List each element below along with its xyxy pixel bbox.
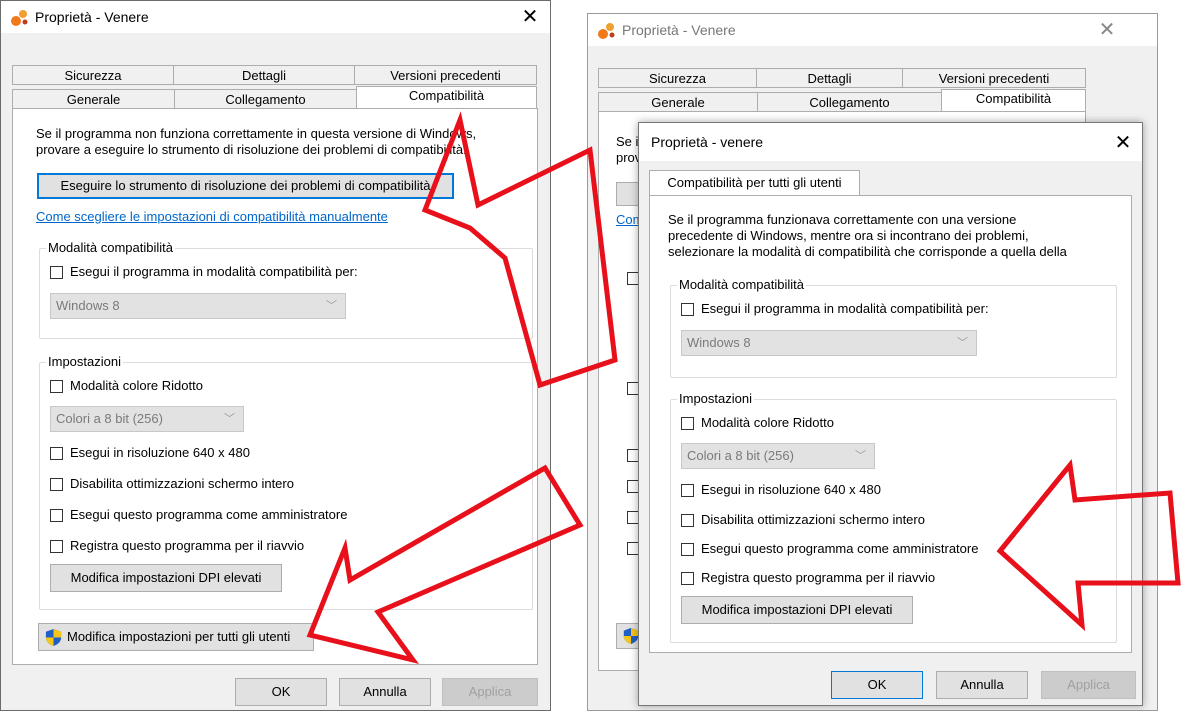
- dialog-compat-checkbox-label: Esegui il programma in modalità compatib…: [701, 301, 989, 316]
- dialog-register-restart-label: Registra questo programma per il riavvio: [701, 570, 936, 585]
- left-compat-checkbox[interactable]: [50, 266, 63, 279]
- left-register-restart-checkbox[interactable]: [50, 540, 63, 553]
- left-reduced-color-checkbox[interactable]: [50, 380, 63, 393]
- dialog-intro-line-2: precedente di Windows, mentre ora si inc…: [668, 228, 1029, 243]
- dialog-dpi-button[interactable]: Modifica impostazioni DPI elevati: [681, 596, 913, 624]
- left-run-admin-checkbox[interactable]: [50, 509, 63, 522]
- left-titlebar[interactable]: Proprietà - Venere ✕: [1, 1, 550, 33]
- left-disable-fullscreen-label: Disabilita ottimizzazioni schermo intero: [70, 476, 294, 491]
- dialog-compat-select[interactable]: Windows 8 ﹀: [681, 330, 977, 356]
- left-cancel-button[interactable]: Annulla: [339, 678, 431, 706]
- tab-collegamento[interactable]: Collegamento: [174, 89, 357, 109]
- left-tab-panel: Se il programma non funziona correttamen…: [12, 108, 538, 665]
- dialog-disable-fullscreen-label: Disabilita ottimizzazioni schermo intero: [701, 512, 925, 527]
- left-res640-checkbox[interactable]: [50, 447, 63, 460]
- chevron-down-icon: ﹀: [224, 413, 235, 425]
- dialog-compat-checkbox[interactable]: [681, 303, 694, 316]
- dialog-res640-label: Esegui in risoluzione 640 x 480: [701, 482, 881, 497]
- left-compat-group-title: Modalità compatibilità: [46, 240, 176, 255]
- dialog-register-restart-checkbox[interactable]: [681, 572, 694, 585]
- left-color-select[interactable]: Colori a 8 bit (256) ﹀: [50, 406, 244, 432]
- chevron-down-icon: ﹀: [326, 300, 337, 312]
- tab-generale[interactable]: Generale: [12, 89, 175, 109]
- tab-sicurezza[interactable]: Sicurezza: [12, 65, 174, 85]
- dialog-apply-button[interactable]: Applica: [1041, 671, 1136, 699]
- uac-shield-icon: [45, 628, 62, 647]
- dialog-cancel-button[interactable]: Annulla: [936, 671, 1028, 699]
- app-icon: [11, 10, 28, 26]
- left-compat-group: Modalità compatibilità Esegui il program…: [39, 240, 533, 339]
- all-users-button-label: Modifica impostazioni per tutti gli uten…: [67, 629, 291, 644]
- left-color-select-value: Colori a 8 bit (256): [56, 411, 163, 426]
- dialog-run-admin-label: Esegui questo programma come amministrat…: [701, 541, 979, 556]
- all-users-compat-dialog: Proprietà - venere ✕ Compatibilità per t…: [638, 122, 1143, 706]
- left-settings-group: Impostazioni Modalità colore Ridotto Col…: [39, 354, 533, 610]
- dialog-reduced-color-label: Modalità colore Ridotto: [701, 415, 834, 430]
- all-users-button[interactable]: Modifica impostazioni per tutti gli uten…: [38, 623, 314, 651]
- app-icon: [598, 23, 615, 39]
- dialog-disable-fullscreen-checkbox[interactable]: [681, 514, 694, 527]
- tab-versioni-precedenti[interactable]: Versioni precedenti: [354, 65, 537, 85]
- left-settings-group-title: Impostazioni: [46, 354, 123, 369]
- left-compat-checkbox-label: Esegui il programma in modalità compatib…: [70, 264, 358, 279]
- dialog-reduced-color-checkbox[interactable]: [681, 417, 694, 430]
- left-res640-label: Esegui in risoluzione 640 x 480: [70, 445, 250, 460]
- left-register-restart-label: Registra questo programma per il riavvio: [70, 538, 305, 553]
- chevron-down-icon: ﹀: [855, 450, 866, 462]
- tab-dettagli[interactable]: Dettagli: [756, 68, 903, 88]
- dialog-intro-line-3: selezionare la modalità di compatibilità…: [668, 244, 1067, 259]
- dialog-settings-group-title: Impostazioni: [677, 391, 754, 406]
- dialog-compat-group: Modalità compatibilità Esegui il program…: [670, 277, 1117, 378]
- dialog-compat-select-value: Windows 8: [687, 335, 751, 350]
- dialog-run-admin-checkbox[interactable]: [681, 543, 694, 556]
- dialog-title: Proprietà - venere: [651, 134, 764, 150]
- right-back-intro-peek: Se i: [616, 134, 639, 149]
- chevron-down-icon: ﹀: [957, 337, 968, 349]
- dialog-res640-checkbox[interactable]: [681, 484, 694, 497]
- tab-versioni-precedenti[interactable]: Versioni precedenti: [902, 68, 1086, 88]
- dialog-compat-group-title: Modalità compatibilità: [677, 277, 807, 292]
- tab-sicurezza[interactable]: Sicurezza: [598, 68, 757, 88]
- left-intro-text: Se il programma non funziona correttamen…: [36, 126, 477, 157]
- dialog-ok-button[interactable]: OK: [831, 671, 923, 699]
- left-apply-button[interactable]: Applica: [442, 678, 538, 706]
- close-icon[interactable]: ✕: [1090, 18, 1124, 42]
- left-reduced-color-label: Modalità colore Ridotto: [70, 378, 203, 393]
- dialog-settings-group: Impostazioni Modalità colore Ridotto Col…: [670, 391, 1117, 643]
- dialog-titlebar[interactable]: Proprietà - venere ✕: [639, 123, 1142, 161]
- dialog-color-select-value: Colori a 8 bit (256): [687, 448, 794, 463]
- tab-compat-all-users[interactable]: Compatibilità per tutti gli utenti: [649, 170, 860, 196]
- tab-compatibilita[interactable]: Compatibilità: [941, 89, 1086, 112]
- tab-collegamento[interactable]: Collegamento: [757, 92, 942, 112]
- dialog-intro-line-1: Se il programma funzionava correttamente…: [668, 212, 1017, 227]
- dialog-tab-panel: Se il programma funzionava correttamente…: [649, 195, 1132, 653]
- tab-generale[interactable]: Generale: [598, 92, 758, 112]
- left-window-title: Proprietà - Venere: [35, 9, 149, 25]
- left-properties-window: Proprietà - Venere ✕ Sicurezza Dettagli …: [0, 0, 551, 711]
- left-dpi-button[interactable]: Modifica impostazioni DPI elevati: [50, 564, 282, 592]
- right-back-window-title: Proprietà - Venere: [622, 22, 736, 38]
- left-compat-select[interactable]: Windows 8 ﹀: [50, 293, 346, 319]
- left-run-admin-label: Esegui questo programma come amministrat…: [70, 507, 348, 522]
- close-icon[interactable]: ✕: [1106, 131, 1140, 155]
- close-icon[interactable]: ✕: [513, 5, 547, 29]
- tab-dettagli[interactable]: Dettagli: [173, 65, 355, 85]
- troubleshooter-button[interactable]: Eseguire lo strumento di risoluzione dei…: [37, 173, 454, 199]
- left-disable-fullscreen-checkbox[interactable]: [50, 478, 63, 491]
- dialog-color-select[interactable]: Colori a 8 bit (256) ﹀: [681, 443, 875, 469]
- left-ok-button[interactable]: OK: [235, 678, 327, 706]
- left-compat-select-value: Windows 8: [56, 298, 120, 313]
- tab-compatibilita[interactable]: Compatibilità: [356, 86, 537, 109]
- manual-settings-link[interactable]: Come scegliere le impostazioni di compat…: [36, 209, 388, 224]
- right-back-titlebar[interactable]: Proprietà - Venere ✕: [588, 14, 1157, 46]
